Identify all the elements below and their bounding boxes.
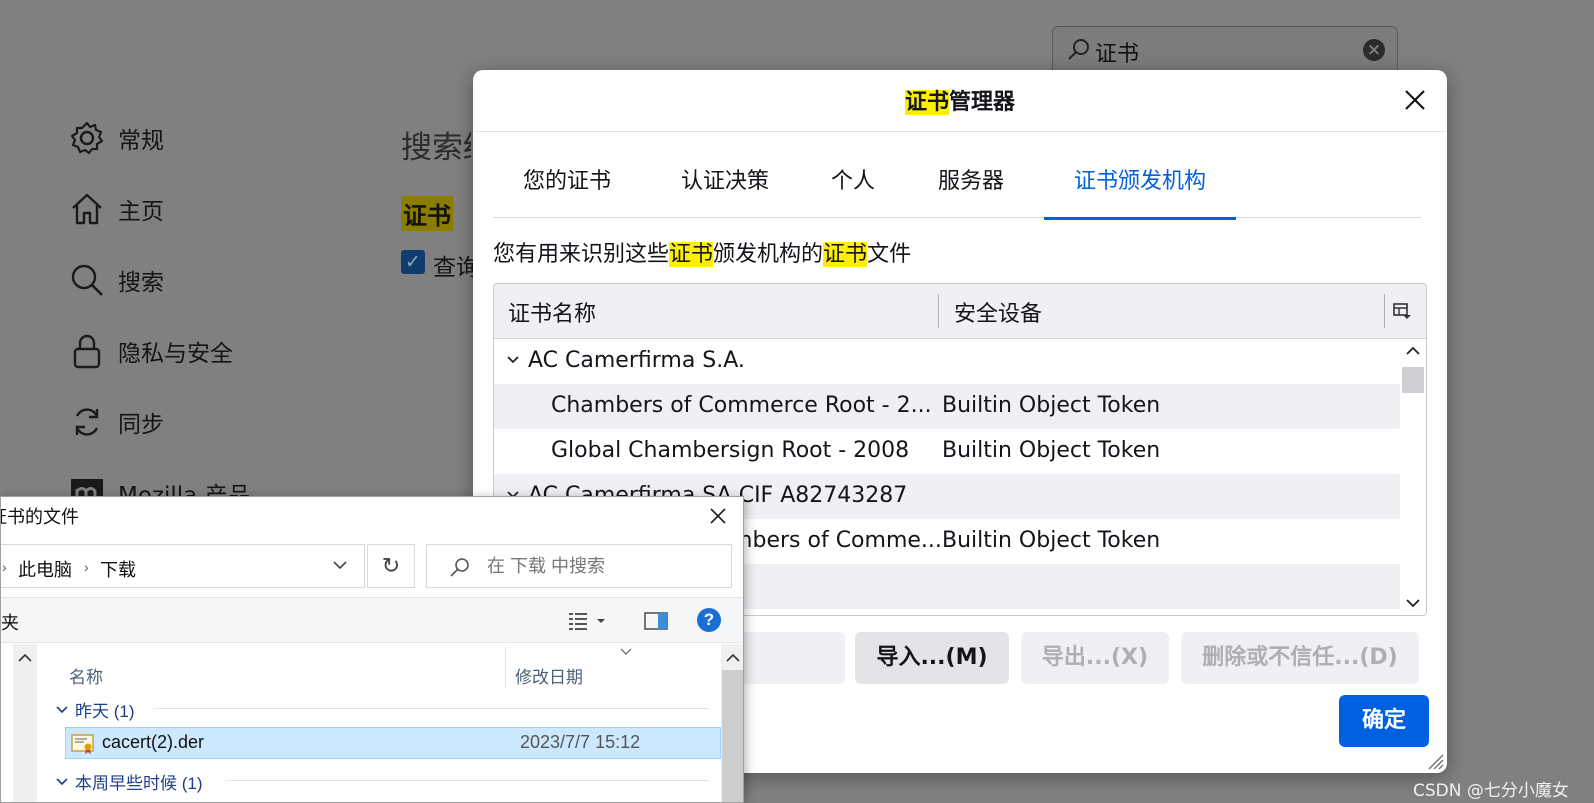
nav-item-sync[interactable]: 同步 <box>68 402 164 442</box>
help-icon[interactable]: ? <box>697 608 721 632</box>
ok-button[interactable]: 确定 <box>1339 695 1429 747</box>
search-icon <box>68 261 106 299</box>
nav-item-general[interactable]: 常规 <box>68 118 164 158</box>
tree-row-cert[interactable]: Chambers of Commerce Root - 2... Builtin… <box>494 384 1406 429</box>
breadcrumb-downloads[interactable]: 下载 <box>100 556 136 582</box>
group-divider <box>225 780 709 781</box>
file-dialog-toolbar: 新建文件夹 ? <box>1 597 743 643</box>
tab-authorities[interactable]: 证书颁发机构 <box>1043 162 1237 220</box>
lock-icon <box>68 332 106 370</box>
tab-your-certs[interactable]: 您的证书 <box>523 162 611 218</box>
breadcrumb-this-pc[interactable]: 此电脑 <box>18 556 72 582</box>
file-row-selected[interactable]: cacert(2).der 2023/7/7 15:12 <box>65 727 721 759</box>
delete-distrust-button[interactable]: 删除或不信任...(D) <box>1181 632 1419 684</box>
group-header-yesterday[interactable]: 昨天 (1) <box>55 697 709 722</box>
home-icon <box>68 190 106 228</box>
close-icon[interactable] <box>1401 86 1429 114</box>
query-checkbox[interactable]: ✓ <box>401 250 425 274</box>
search-results-heading: 搜索结 <box>401 130 471 166</box>
scroll-up-icon[interactable] <box>725 652 741 664</box>
column-separator[interactable] <box>938 294 939 328</box>
tab-servers[interactable]: 服务器 <box>938 162 1004 218</box>
watermark: CSDN @七分小魔女 <box>1413 781 1569 801</box>
file-open-dialog: 选择包含要导入的 CA 证书的文件 › 此电脑 › 下载 ↻ 新建文件夹 ? 名… <box>0 496 744 803</box>
import-button[interactable]: 导入...(M) <box>855 632 1009 684</box>
chevron-down-icon[interactable] <box>55 705 69 715</box>
tab-description: 您有用来识别这些证书颁发机构的证书文件 <box>493 242 912 267</box>
file-list-scrollbar[interactable] <box>721 644 743 802</box>
group-divider <box>153 708 709 709</box>
tree-scrollbar[interactable] <box>1400 339 1426 615</box>
refresh-icon: ↻ <box>381 553 401 578</box>
tree-row-cert[interactable]: Global Chambersign Root - 2008 Builtin O… <box>494 429 1406 474</box>
close-icon[interactable] <box>707 505 729 527</box>
column-header-cert-name[interactable]: 证书名称 <box>508 296 596 328</box>
nav-item-home[interactable]: 主页 <box>68 189 164 229</box>
scroll-down-icon[interactable] <box>1405 597 1421 609</box>
column-separator[interactable] <box>1384 294 1385 328</box>
resize-grip-icon[interactable] <box>1425 751 1445 771</box>
settings-search-value: 证书 <box>1095 42 1140 67</box>
column-separator[interactable] <box>505 647 506 689</box>
view-options-icon[interactable] <box>567 610 609 632</box>
navigation-pane[interactable] <box>1 644 37 802</box>
clear-search-icon[interactable]: × <box>1363 39 1385 61</box>
file-date: 2023/7/7 15:12 <box>520 732 641 752</box>
chevron-right-icon: › <box>84 559 89 575</box>
certificate-file-icon <box>71 734 94 754</box>
tab-bar: 您的证书 认证决策 个人 服务器 证书颁发机构 <box>493 162 1421 220</box>
tab-people[interactable]: 个人 <box>831 162 875 218</box>
dialog-title: 证书管理器 <box>904 90 1016 115</box>
preview-pane-icon[interactable] <box>643 610 669 632</box>
chevron-down-icon[interactable] <box>506 355 520 365</box>
refresh-button[interactable]: ↻ <box>367 544 415 588</box>
nav-label: 同步 <box>118 412 164 438</box>
folder-search-box[interactable] <box>426 544 732 588</box>
column-picker-icon[interactable] <box>1392 302 1412 322</box>
scrollbar-thumb[interactable] <box>722 670 743 802</box>
chevron-down-icon[interactable] <box>55 777 69 787</box>
gear-icon <box>68 119 106 157</box>
highlighted-term: 证书 <box>401 196 453 231</box>
group-header-earlier-this-week[interactable]: 本周早些时候 (1) <box>55 769 709 794</box>
dialog-header: 证书管理器 <box>473 70 1447 132</box>
nav-label: 主页 <box>118 199 164 225</box>
query-checkbox-label: 查询 <box>433 255 473 281</box>
column-header-name[interactable]: 名称 <box>69 663 103 688</box>
scrollbar-thumb[interactable] <box>1402 367 1424 393</box>
nav-label: 隐私与安全 <box>118 341 233 367</box>
tree-header: 证书名称 安全设备 <box>494 284 1426 339</box>
nav-label: 搜索 <box>118 270 164 296</box>
new-folder-button[interactable]: 新建文件夹 <box>1 609 19 635</box>
scroll-up-icon[interactable] <box>17 652 33 664</box>
search-icon <box>450 558 469 577</box>
column-header-security-device[interactable]: 安全设备 <box>954 296 1042 328</box>
file-name: cacert(2).der <box>102 732 205 752</box>
sort-descending-icon <box>620 648 632 655</box>
tree-row-group[interactable]: AC Camerfirma S.A. <box>494 339 1406 384</box>
chevron-down-icon[interactable] <box>332 559 348 571</box>
nav-item-search[interactable]: 搜索 <box>68 260 164 300</box>
sync-icon <box>68 403 106 441</box>
scroll-up-icon[interactable] <box>1405 345 1421 357</box>
export-button[interactable]: 导出...(X) <box>1021 632 1169 684</box>
search-icon <box>1068 39 1089 60</box>
tab-auth-decisions[interactable]: 认证决策 <box>681 162 769 218</box>
navigation-scrollbar[interactable] <box>13 644 37 802</box>
settings-search-box[interactable]: 证书 × <box>1052 26 1398 74</box>
folder-search-input[interactable] <box>487 553 717 579</box>
nav-item-privacy[interactable]: 隐私与安全 <box>68 331 233 371</box>
column-header-date-modified[interactable]: 修改日期 <box>515 663 583 688</box>
address-bar[interactable]: › 此电脑 › 下载 <box>1 544 365 588</box>
chevron-right-icon: › <box>2 559 7 575</box>
file-dialog-title: 选择包含要导入的 CA 证书的文件 <box>1 507 80 527</box>
nav-label: 常规 <box>118 128 164 154</box>
